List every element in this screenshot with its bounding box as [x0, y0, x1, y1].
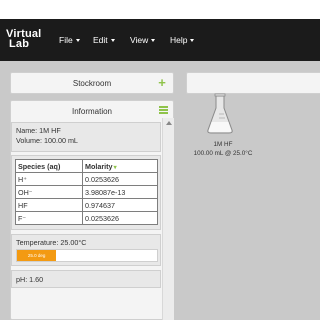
solution-name: Name: 1M HF	[16, 126, 61, 135]
erlenmeyer-flask-icon[interactable]	[205, 92, 235, 136]
scroll-up-icon[interactable]	[166, 121, 172, 125]
ph-readout: pH: 1.60	[11, 270, 161, 288]
virtual-lab-app: Virtual Lab File Edit View Help Stockroo…	[0, 0, 320, 320]
menu-icon[interactable]	[159, 106, 168, 114]
caret-down-icon	[75, 38, 80, 42]
table-row: H⁺ 0.0253626	[15, 172, 158, 186]
temperature-section: Temperature: 25.00°C 25.0 deg	[11, 234, 161, 266]
species-cell: H⁺	[15, 172, 83, 186]
molarity-header[interactable]: Molarity▾	[82, 159, 158, 173]
species-table: Species (aq) Molarity▾ H⁺ 0.0253626 OH⁻ …	[15, 159, 158, 225]
caret-down-icon	[151, 38, 156, 42]
workbench-header	[186, 72, 320, 94]
molarity-header-label: Molarity	[85, 161, 113, 171]
molarity-cell: 0.0253626	[82, 211, 158, 225]
logo-line-2: Lab	[9, 38, 30, 50]
sort-caret-icon: ▾	[113, 164, 117, 171]
molarity-cell: 0.974637	[82, 198, 158, 212]
menu-edit-label: Edit	[93, 35, 108, 45]
solution-summary: Name: 1M HF Volume: 100.00 mL	[11, 122, 161, 152]
flask-details: 100.00 mL @ 25.0°C	[193, 150, 253, 157]
information-scrollbar[interactable]	[162, 118, 174, 320]
caret-down-icon	[110, 38, 115, 42]
stockroom-panel-header[interactable]: Stockroom +	[10, 72, 174, 94]
temperature-bar: 25.0 deg	[16, 249, 158, 262]
table-header-row: Species (aq) Molarity▾	[15, 159, 158, 173]
flask-name: 1M HF	[213, 141, 233, 148]
stockroom-title: Stockroom	[72, 79, 112, 88]
solution-volume: Volume: 100.00 mL	[16, 136, 78, 145]
menu-help-label: Help	[170, 35, 188, 45]
virtual-lab-logo[interactable]: Virtual Lab	[6, 29, 41, 53]
top-navbar: Virtual Lab File Edit View Help	[0, 19, 320, 61]
menu-help[interactable]: Help	[170, 19, 195, 61]
information-title: Information	[71, 107, 113, 116]
menu-edit[interactable]: Edit	[93, 19, 115, 61]
temperature-label: Temperature: 25.00°C	[16, 238, 87, 247]
species-cell: HF	[15, 198, 83, 212]
table-row: HF 0.974637	[15, 198, 158, 212]
information-panel-header[interactable]: Information	[11, 101, 173, 121]
species-cell: OH⁻	[15, 185, 83, 199]
flask-label: 1M HF 100.00 mL @ 25.0°C	[188, 140, 258, 158]
species-header[interactable]: Species (aq)	[15, 159, 83, 173]
temperature-bar-fill: 25.0 deg	[17, 250, 57, 261]
menu-view[interactable]: View	[130, 19, 156, 61]
molarity-cell: 0.0253626	[82, 172, 158, 186]
table-row: OH⁻ 3.98087e-13	[15, 185, 158, 199]
menu-view-label: View	[130, 35, 149, 45]
plus-icon[interactable]: +	[156, 76, 168, 90]
menu-file[interactable]: File	[59, 19, 80, 61]
caret-down-icon	[190, 38, 195, 42]
table-row: F⁻ 0.0253626	[15, 211, 158, 225]
species-table-container: Species (aq) Molarity▾ H⁺ 0.0253626 OH⁻ …	[11, 155, 161, 230]
molarity-cell: 3.98087e-13	[82, 185, 158, 199]
species-cell: F⁻	[15, 211, 83, 225]
menu-file-label: File	[59, 35, 73, 45]
